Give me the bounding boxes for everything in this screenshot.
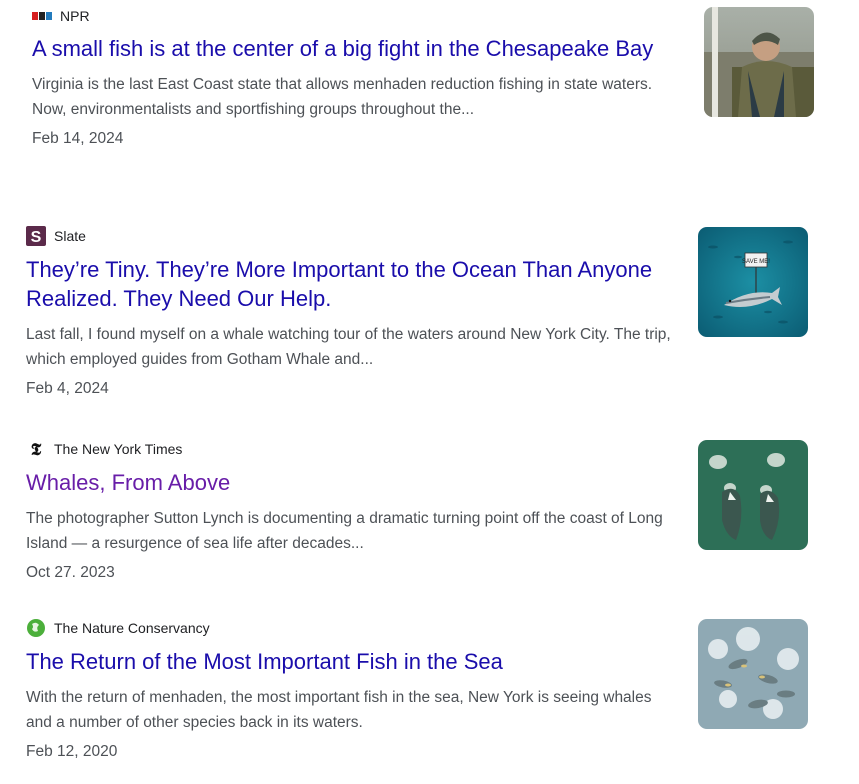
source-name: NPR bbox=[60, 8, 90, 24]
result-snippet: The photographer Sutton Lynch is documen… bbox=[26, 510, 663, 552]
result-title-link[interactable]: A small fish is at the center of a big f… bbox=[32, 34, 682, 63]
npr-icon bbox=[32, 12, 52, 20]
result-title-link[interactable]: They’re Tiny. They’re More Important to … bbox=[26, 255, 676, 313]
result-thumbnail[interactable]: SAVE ME! bbox=[698, 227, 808, 337]
source-name: The New York Times bbox=[54, 441, 183, 457]
svg-text:S: S bbox=[31, 229, 42, 246]
search-result: 𝕿 The New York Times Whales, From Above … bbox=[26, 439, 676, 577]
result-date: Oct 27, 2023 bbox=[26, 564, 115, 577]
result-thumbnail[interactable] bbox=[698, 619, 808, 729]
search-result: The Nature Conservancy The Return of the… bbox=[26, 618, 676, 762]
result-source[interactable]: NPR bbox=[32, 6, 682, 26]
result-date: Feb 14, 2024 bbox=[32, 130, 124, 147]
search-result: NPR A small fish is at the center of a b… bbox=[32, 6, 682, 149]
svg-text:𝕿: 𝕿 bbox=[31, 440, 42, 459]
result-title-link[interactable]: Whales, From Above bbox=[26, 468, 676, 497]
result-snippet: With the return of menhaden, the most im… bbox=[26, 689, 652, 731]
result-source[interactable]: S Slate bbox=[26, 226, 676, 246]
result-source[interactable]: The Nature Conservancy bbox=[26, 618, 676, 638]
result-source[interactable]: 𝕿 The New York Times bbox=[26, 439, 676, 459]
fish-sign-text: SAVE ME! bbox=[742, 259, 770, 265]
source-name: The Nature Conservancy bbox=[54, 620, 210, 636]
search-result: S Slate They’re Tiny. They’re More Impor… bbox=[26, 226, 676, 399]
result-date: Feb 4, 2024 bbox=[26, 380, 109, 397]
result-snippet: Last fall, I found myself on a whale wat… bbox=[26, 326, 671, 368]
result-thumbnail[interactable] bbox=[704, 7, 814, 117]
result-date: Feb 12, 2020 bbox=[26, 743, 118, 760]
slate-icon: S bbox=[26, 226, 46, 246]
nyt-icon: 𝕿 bbox=[26, 439, 46, 459]
source-name: Slate bbox=[54, 228, 86, 244]
nature-conservancy-icon bbox=[26, 618, 46, 638]
result-snippet: Virginia is the last East Coast state th… bbox=[32, 76, 653, 118]
result-title-link[interactable]: The Return of the Most Important Fish in… bbox=[26, 647, 676, 676]
result-thumbnail[interactable] bbox=[698, 440, 808, 550]
